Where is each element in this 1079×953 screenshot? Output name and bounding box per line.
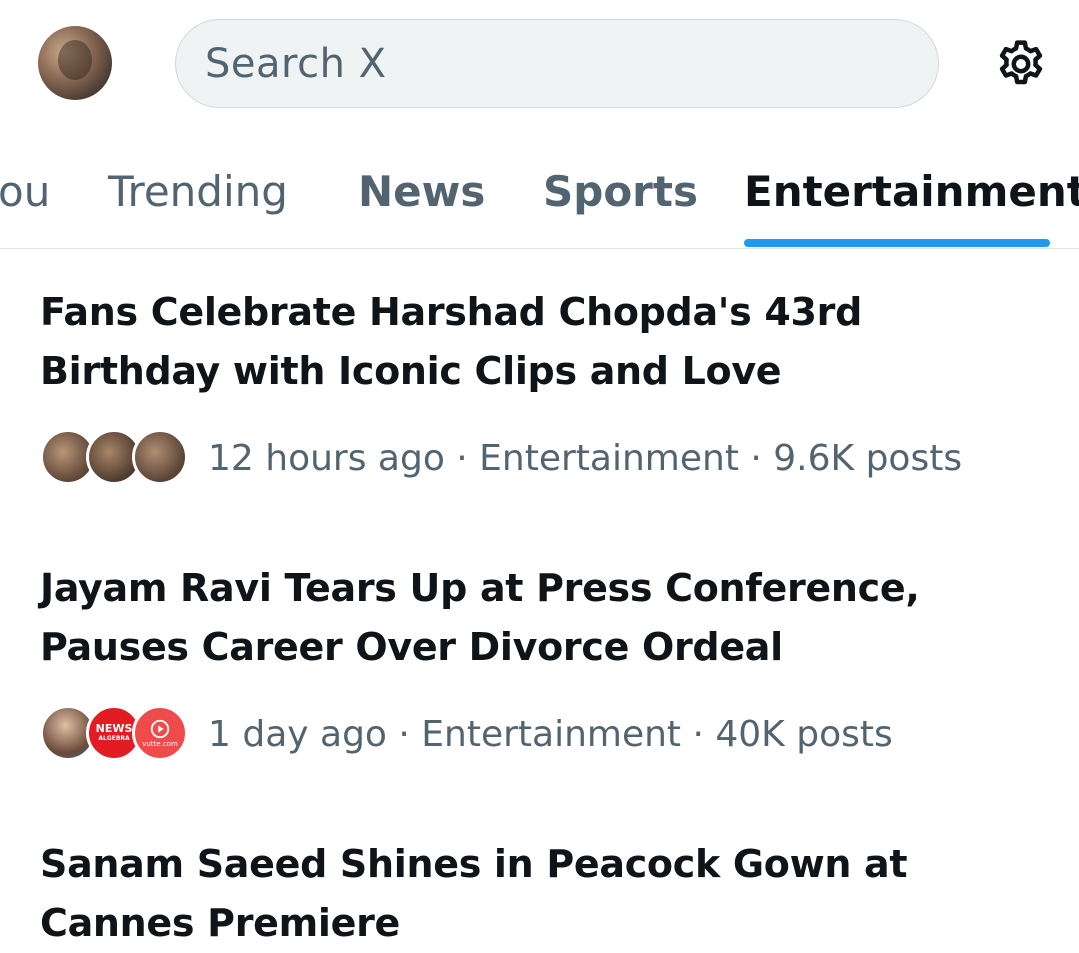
trend-meta: NEWS ALGEBRA vutte.com 1 day ago · Enter… — [40, 705, 893, 763]
top-bar: Search X — [0, 0, 1079, 132]
tab-for-you[interactable]: ou — [0, 167, 50, 216]
tab-news[interactable]: News — [358, 167, 485, 216]
active-tab-indicator — [744, 239, 1050, 247]
trend-item[interactable]: Jayam Ravi Tears Up at Press Conference,… — [40, 559, 1040, 761]
explore-tabs: ou Trending News Sports Entertainment — [0, 132, 1079, 249]
trend-title-line: Fans Celebrate Harshad Chopda's 43rd — [40, 290, 863, 334]
avatar-stack: NEWS ALGEBRA vutte.com — [40, 705, 190, 763]
tab-trending[interactable]: Trending — [108, 167, 288, 216]
trend-title-line: Sanam Saeed Shines in Peacock Gown at — [40, 842, 908, 886]
trend-meta: 12 hours ago · Entertainment · 9.6K post… — [40, 429, 962, 487]
profile-avatar[interactable] — [38, 26, 112, 100]
trend-meta-text: 12 hours ago · Entertainment · 9.6K post… — [208, 437, 963, 479]
gear-icon[interactable] — [994, 37, 1048, 91]
trend-title-line: Cannes Premiere — [40, 901, 401, 945]
search-input[interactable]: Search X — [175, 19, 939, 108]
trend-item[interactable]: Fans Celebrate Harshad Chopda's 43rd Bir… — [40, 283, 1040, 485]
trend-title-line: Pauses Career Over Divorce Ordeal — [40, 625, 783, 669]
trend-item[interactable]: Sanam Saeed Shines in Peacock Gown at Ca… — [40, 835, 1040, 953]
tab-entertainment[interactable]: Entertainment — [744, 167, 1079, 216]
trend-meta-text: 1 day ago · Entertainment · 40K posts — [208, 713, 893, 755]
tab-sports[interactable]: Sports — [543, 167, 698, 216]
trend-title-line: Jayam Ravi Tears Up at Press Conference, — [40, 566, 920, 610]
play-icon — [150, 719, 170, 738]
avatar-stack — [40, 429, 190, 487]
avatar — [132, 429, 188, 485]
play-logo-icon: vutte.com — [132, 705, 188, 761]
trend-title-line: Birthday with Iconic Clips and Love — [40, 349, 782, 393]
search-placeholder: Search X — [205, 40, 387, 87]
